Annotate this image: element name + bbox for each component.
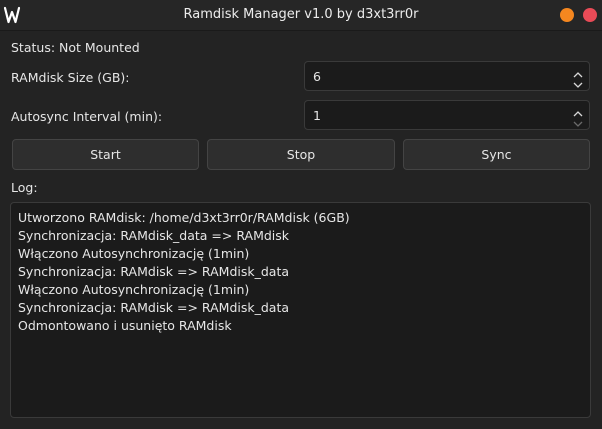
ramdisk-size-spinbox[interactable]: 6 bbox=[304, 61, 590, 91]
autosync-interval-value[interactable]: 1 bbox=[313, 108, 321, 123]
title-bar[interactable]: Ramdisk Manager v1.0 by d3xt3rr0r bbox=[0, 0, 602, 31]
log-line: Synchronizacja: RAMdisk_data => RAMdisk bbox=[18, 228, 290, 243]
app-window: Ramdisk Manager v1.0 by d3xt3rr0r Status… bbox=[0, 0, 602, 429]
log-line: Włączono Autosynchronizację (1min) bbox=[18, 282, 250, 297]
log-line: Włączono Autosynchronizację (1min) bbox=[18, 246, 250, 261]
spin-arrows bbox=[571, 104, 585, 127]
log-line: Utworzono RAMdisk: /home/d3xt3rr0r/RAMdi… bbox=[18, 210, 350, 225]
log-line: Odmontowano i usunięto RAMdisk bbox=[18, 318, 232, 333]
stop-button[interactable]: Stop bbox=[207, 139, 395, 170]
minimize-button[interactable] bbox=[560, 8, 574, 22]
ramdisk-size-label: RAMdisk Size (GB): bbox=[11, 70, 130, 85]
log-label: Log: bbox=[11, 180, 38, 195]
window-title: Ramdisk Manager v1.0 by d3xt3rr0r bbox=[183, 7, 419, 22]
log-textarea[interactable]: Utworzono RAMdisk: /home/d3xt3rr0r/RAMdi… bbox=[10, 202, 591, 418]
autosync-interval-spinbox[interactable]: 1 bbox=[304, 100, 590, 130]
chevron-up-icon[interactable] bbox=[571, 104, 585, 117]
ramdisk-size-value[interactable]: 6 bbox=[313, 69, 321, 84]
chevron-up-icon[interactable] bbox=[571, 65, 585, 78]
chevron-down-icon[interactable] bbox=[571, 115, 585, 127]
spin-arrows bbox=[571, 65, 585, 88]
log-line: Synchronizacja: RAMdisk => RAMdisk_data bbox=[18, 300, 290, 315]
sync-button[interactable]: Sync bbox=[403, 139, 590, 170]
log-line: Synchronizacja: RAMdisk => RAMdisk_data bbox=[18, 264, 290, 279]
status-label: Status: Not Mounted bbox=[11, 40, 140, 55]
start-button[interactable]: Start bbox=[12, 139, 199, 170]
chevron-down-icon[interactable] bbox=[571, 76, 585, 88]
autosync-interval-label: Autosync Interval (min): bbox=[11, 109, 163, 124]
close-button[interactable] bbox=[583, 8, 597, 22]
